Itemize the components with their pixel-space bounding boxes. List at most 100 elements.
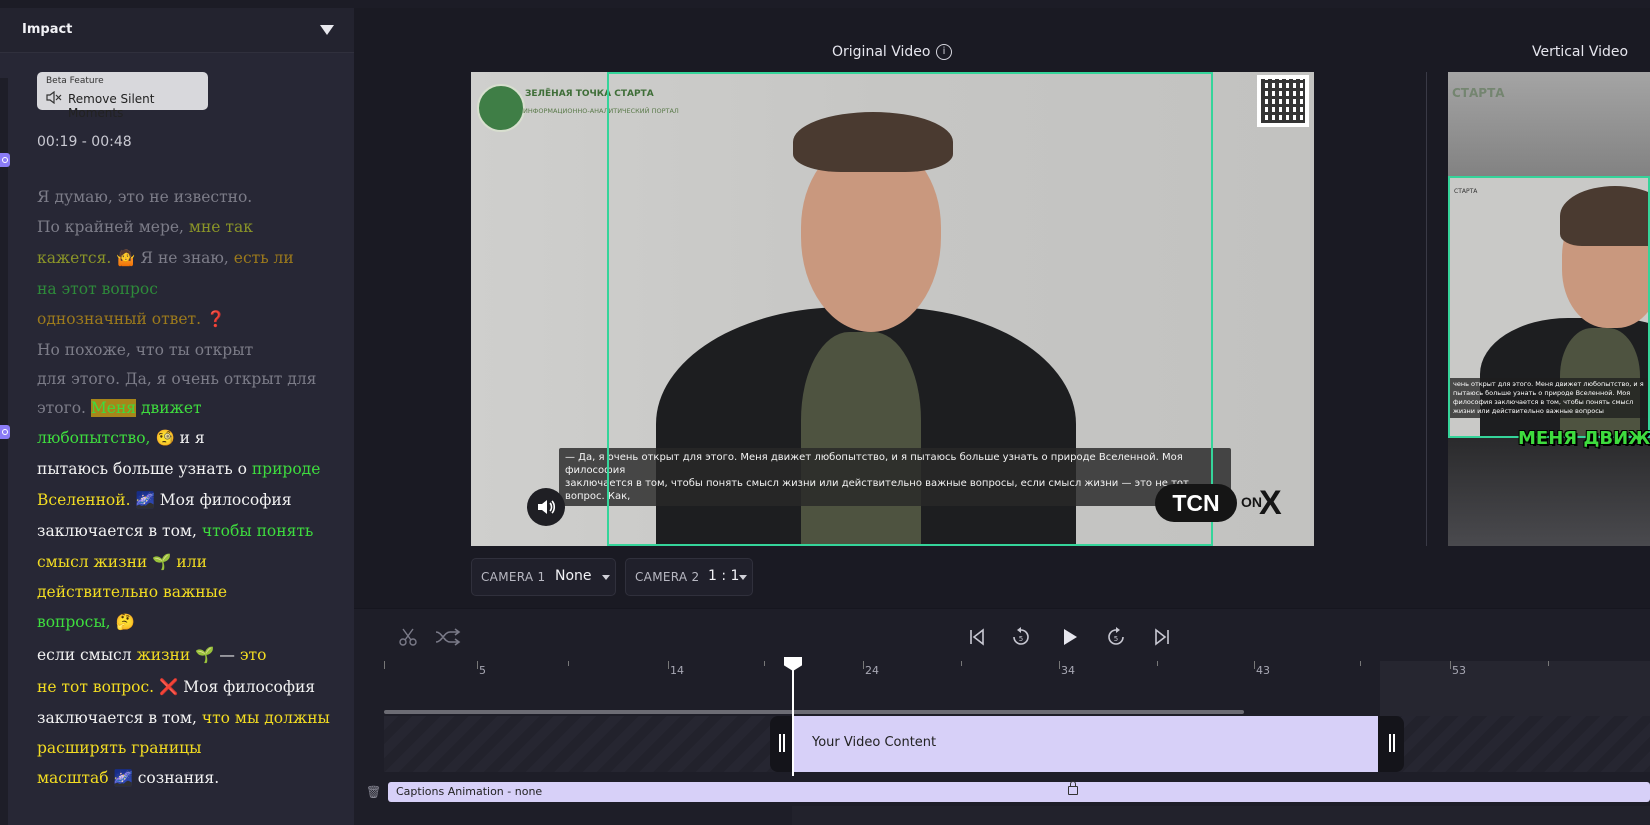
- vertical-video-preview[interactable]: СТАРТА СТАРТА чень открыт для этого. Мен…: [1448, 72, 1650, 546]
- word-span[interactable]: масштаб: [37, 769, 109, 787]
- left-gutter: [0, 78, 8, 825]
- transcript-line[interactable]: расширять границы: [37, 739, 201, 757]
- svg-text:5: 5: [1114, 635, 1118, 643]
- ruler-tick: [1157, 661, 1158, 666]
- transcript-line[interactable]: любопытство, 🧐 и я: [37, 429, 205, 447]
- transcript-line[interactable]: заключается в том, чтобы понять: [37, 522, 313, 540]
- scissors-icon[interactable]: [398, 627, 418, 647]
- word-span[interactable]: Вселенной.: [37, 491, 131, 509]
- word-span[interactable]: движет: [136, 399, 202, 417]
- word-span[interactable]: однозначный ответ.: [37, 310, 201, 328]
- skip-end-icon[interactable]: [1153, 628, 1171, 646]
- word-span[interactable]: вопросы,: [37, 613, 111, 631]
- segment-marker-icon[interactable]: [0, 425, 10, 439]
- transcript-line[interactable]: Вселенной. 🌌 Моя философия: [37, 491, 292, 509]
- transcript-line[interactable]: на этот вопрос: [37, 280, 158, 298]
- captions-track[interactable]: Captions Animation - none: [388, 781, 1650, 802]
- transcript-line[interactable]: если смысл жизни 🌱 — это: [37, 646, 266, 664]
- transcript-line[interactable]: этого. Меня движет: [37, 399, 202, 417]
- trash-icon[interactable]: 🗑: [366, 785, 381, 799]
- transcript-line[interactable]: По крайней мере, мне так: [37, 218, 253, 236]
- transcript-line[interactable]: кажется. 🤷 Я не знаю, есть ли: [37, 249, 294, 267]
- word-span[interactable]: заключается в том,: [37, 709, 202, 727]
- transcript-line[interactable]: Но похоже, что ты открыт: [37, 341, 253, 359]
- tcn-badge: TCN: [1155, 484, 1237, 522]
- word-span[interactable]: Но похоже, что ты открыт: [37, 341, 253, 359]
- crop-frame[interactable]: [607, 72, 1213, 546]
- play-icon[interactable]: [1060, 627, 1080, 647]
- transcript-line[interactable]: Я думаю, это не известно.: [37, 188, 252, 206]
- transcript-line[interactable]: однозначный ответ. ❓: [37, 310, 225, 328]
- word-span[interactable]: это: [240, 646, 267, 664]
- preview-divider: [1426, 72, 1427, 546]
- remove-silent-button[interactable]: Beta Feature Remove Silent Moments: [37, 72, 208, 120]
- word-span[interactable]: Моя философия: [155, 491, 292, 509]
- camera-1-select[interactable]: CAMERA 1 None: [471, 558, 616, 596]
- transcript-line[interactable]: пытаюсь больше узнать о природе: [37, 460, 320, 478]
- ruler-label: 53: [1452, 664, 1466, 677]
- word-span[interactable]: Моя философия: [178, 678, 315, 696]
- clip-body[interactable]: Your Video Content: [792, 716, 1378, 772]
- transcript-line[interactable]: заключается в том, что мы должны: [37, 709, 330, 727]
- ruler-tick: [1450, 661, 1451, 669]
- word-span[interactable]: смысл жизни: [37, 553, 147, 571]
- volume-button[interactable]: [527, 488, 565, 526]
- transcript-line[interactable]: смысл жизни 🌱 или: [37, 553, 207, 571]
- word-span[interactable]: природе: [252, 460, 321, 478]
- timeline-scrollbar[interactable]: [384, 710, 1244, 714]
- original-video-player[interactable]: ЗЕЛЁНАЯ ТОЧКА СТАРТА ИНФОРМАЦИОННО-АНАЛИ…: [471, 72, 1314, 546]
- word-span[interactable]: По крайней мере,: [37, 218, 189, 236]
- word-span[interactable]: действительно важные: [37, 583, 227, 601]
- transcript-line[interactable]: вопросы, 🤔: [37, 613, 135, 631]
- panel-header[interactable]: Impact: [0, 8, 354, 53]
- channel-logo-icon: [477, 84, 525, 132]
- word-span[interactable]: для этого. Да, я очень открыт для: [37, 370, 316, 388]
- forward-5-icon[interactable]: 5: [1106, 627, 1126, 647]
- qr-code-icon: [1257, 75, 1309, 127]
- ruler-tick: [1254, 661, 1255, 669]
- video-clip[interactable]: Your Video Content: [770, 716, 1404, 772]
- word-span[interactable]: Я думаю, это не известно.: [37, 188, 252, 206]
- question-emoji-icon: ❓: [205, 310, 226, 328]
- word-span[interactable]: кажется.: [37, 249, 111, 267]
- word-span[interactable]: мне так: [189, 218, 253, 236]
- word-span[interactable]: Я не знаю,: [136, 249, 234, 267]
- playhead[interactable]: [792, 660, 794, 776]
- word-span[interactable]: сознания.: [133, 769, 219, 787]
- word-span[interactable]: что мы должны: [202, 709, 330, 727]
- skip-start-icon[interactable]: [968, 628, 986, 646]
- camera-2-label: CAMERA 2: [635, 570, 700, 584]
- word-span[interactable]: и я: [175, 429, 205, 447]
- word-span[interactable]: жизни: [137, 646, 191, 664]
- current-word[interactable]: Меня: [90, 399, 137, 417]
- word-span[interactable]: пытаюсь больше узнать о: [37, 460, 252, 478]
- chevron-down-icon: [602, 575, 610, 580]
- ruler-tick: [384, 661, 385, 669]
- word-span[interactable]: на этот вопрос: [37, 280, 158, 298]
- segment-marker-icon[interactable]: [0, 153, 10, 167]
- word-span[interactable]: заключается в том,: [37, 522, 202, 540]
- lock-icon[interactable]: [1068, 781, 1078, 795]
- transcript-line[interactable]: масштаб 🌌 сознания.: [37, 769, 219, 787]
- timeline-ruler[interactable]: 5 14 24 34 43 53: [384, 661, 1650, 677]
- clip-left-handle[interactable]: [779, 734, 785, 752]
- timeline-bottom-track: [792, 806, 1650, 825]
- word-span[interactable]: —: [214, 646, 239, 664]
- word-span[interactable]: этого.: [37, 399, 91, 417]
- word-span[interactable]: расширять границы: [37, 739, 201, 757]
- collapse-caret-icon[interactable]: [320, 25, 334, 35]
- info-icon[interactable]: i: [936, 44, 952, 60]
- word-span[interactable]: если смысл: [37, 646, 137, 664]
- word-span[interactable]: есть ли: [234, 249, 294, 267]
- transcript-line[interactable]: действительно важные: [37, 583, 227, 601]
- transcript-line[interactable]: для этого. Да, я очень открыт для: [37, 370, 316, 388]
- clip-right-handle[interactable]: [1389, 734, 1395, 752]
- word-span[interactable]: чтобы понять: [202, 522, 314, 540]
- split-arrow-icon[interactable]: [434, 628, 462, 646]
- word-span[interactable]: любопытство,: [37, 429, 151, 447]
- word-span[interactable]: не тот вопрос.: [37, 678, 154, 696]
- word-span[interactable]: или: [171, 553, 207, 571]
- rewind-5-icon[interactable]: 5: [1011, 627, 1031, 647]
- transcript-line[interactable]: не тот вопрос. ❌ Моя философия: [37, 678, 315, 696]
- camera-2-select[interactable]: CAMERA 2 1 : 1: [625, 558, 753, 596]
